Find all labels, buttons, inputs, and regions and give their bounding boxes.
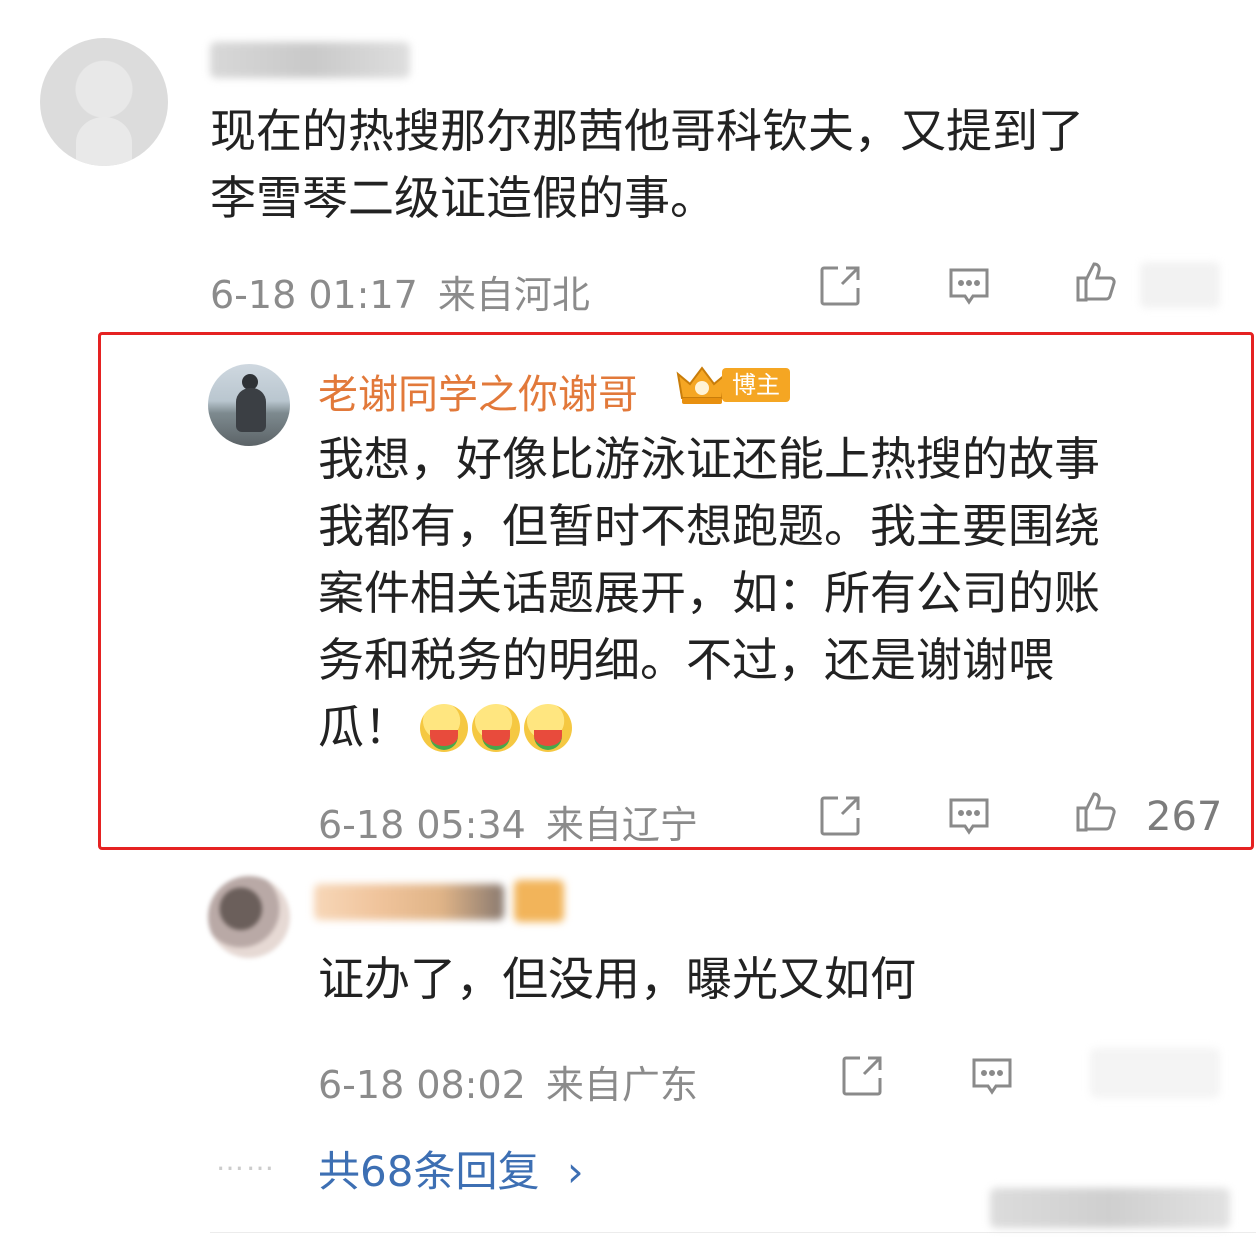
blurred-like-count [1140, 262, 1220, 308]
dots-separator: …… [216, 1144, 276, 1177]
comment-line: 证办了，但没用，曝光又如何 [318, 952, 916, 1006]
blogger-badge: 博主 [676, 364, 790, 406]
comment-region: 来自河北 [437, 273, 590, 317]
comment-line: 案件相关话题展开，如：所有公司的账 [318, 566, 1100, 620]
comment-icon[interactable] [968, 1052, 1016, 1100]
comment-region: 来自辽宁 [545, 803, 698, 847]
watermelon-emoji [524, 704, 572, 752]
comment-meta: 6-18 01:17 来自河北 [210, 264, 590, 319]
comment-line: 李雪琴二级证造假的事。 [210, 171, 716, 225]
comment-icon[interactable] [945, 262, 993, 310]
username[interactable]: 老谢同学之你谢哥 [318, 362, 638, 420]
comment-icon[interactable] [945, 792, 993, 840]
comment-date: 6-18 08:02 [318, 1063, 526, 1107]
crown-icon [676, 366, 728, 404]
watermelon-emoji [420, 704, 468, 752]
comment-date: 6-18 01:17 [210, 273, 418, 317]
avatar[interactable] [208, 876, 290, 958]
view-replies-label: 共68条回复 [318, 1147, 540, 1196]
view-replies-link[interactable]: 共68条回复 › [318, 1138, 584, 1199]
comment-text: 现在的热搜那尔那茜他哥科钦夫，又提到了 李雪琴二级证造假的事。 [210, 98, 1220, 232]
share-icon[interactable] [838, 1052, 886, 1100]
comment-line: 我都有，但暂时不想跑题。我主要围绕 [318, 499, 1100, 553]
like-icon[interactable] [1072, 258, 1120, 306]
like-icon[interactable] [1072, 788, 1120, 836]
blurred-username [210, 42, 410, 78]
like-count: 267 [1146, 794, 1223, 840]
blurred-username [314, 884, 504, 920]
blurred-badge [514, 880, 564, 922]
share-icon[interactable] [816, 792, 864, 840]
avatar[interactable] [208, 364, 290, 446]
comment-text: 证办了，但没用，曝光又如何 [318, 946, 1218, 1013]
avatar[interactable] [40, 38, 168, 166]
chevron-right-icon: › [566, 1147, 584, 1196]
divider [210, 1232, 1256, 1233]
comment-meta: 6-18 05:34 来自辽宁 [318, 794, 698, 849]
avatar-figure-body [236, 388, 266, 432]
comment-line: 务和税务的明细。不过，还是谢谢喂 [318, 633, 1054, 687]
comment-meta: 6-18 08:02 来自广东 [318, 1054, 698, 1109]
badge-label: 博主 [722, 368, 790, 402]
blurred-watermark [990, 1188, 1230, 1228]
comment-line: 我想，好像比游泳证还能上热搜的故事 [318, 432, 1100, 486]
comment-region: 来自广东 [545, 1063, 698, 1107]
share-icon[interactable] [816, 262, 864, 310]
watermelon-emoji [472, 704, 520, 752]
comment-date: 6-18 05:34 [318, 803, 526, 847]
blurred-like-area [1090, 1048, 1220, 1098]
comment-line: 现在的热搜那尔那茜他哥科钦夫，又提到了 [210, 104, 1084, 158]
